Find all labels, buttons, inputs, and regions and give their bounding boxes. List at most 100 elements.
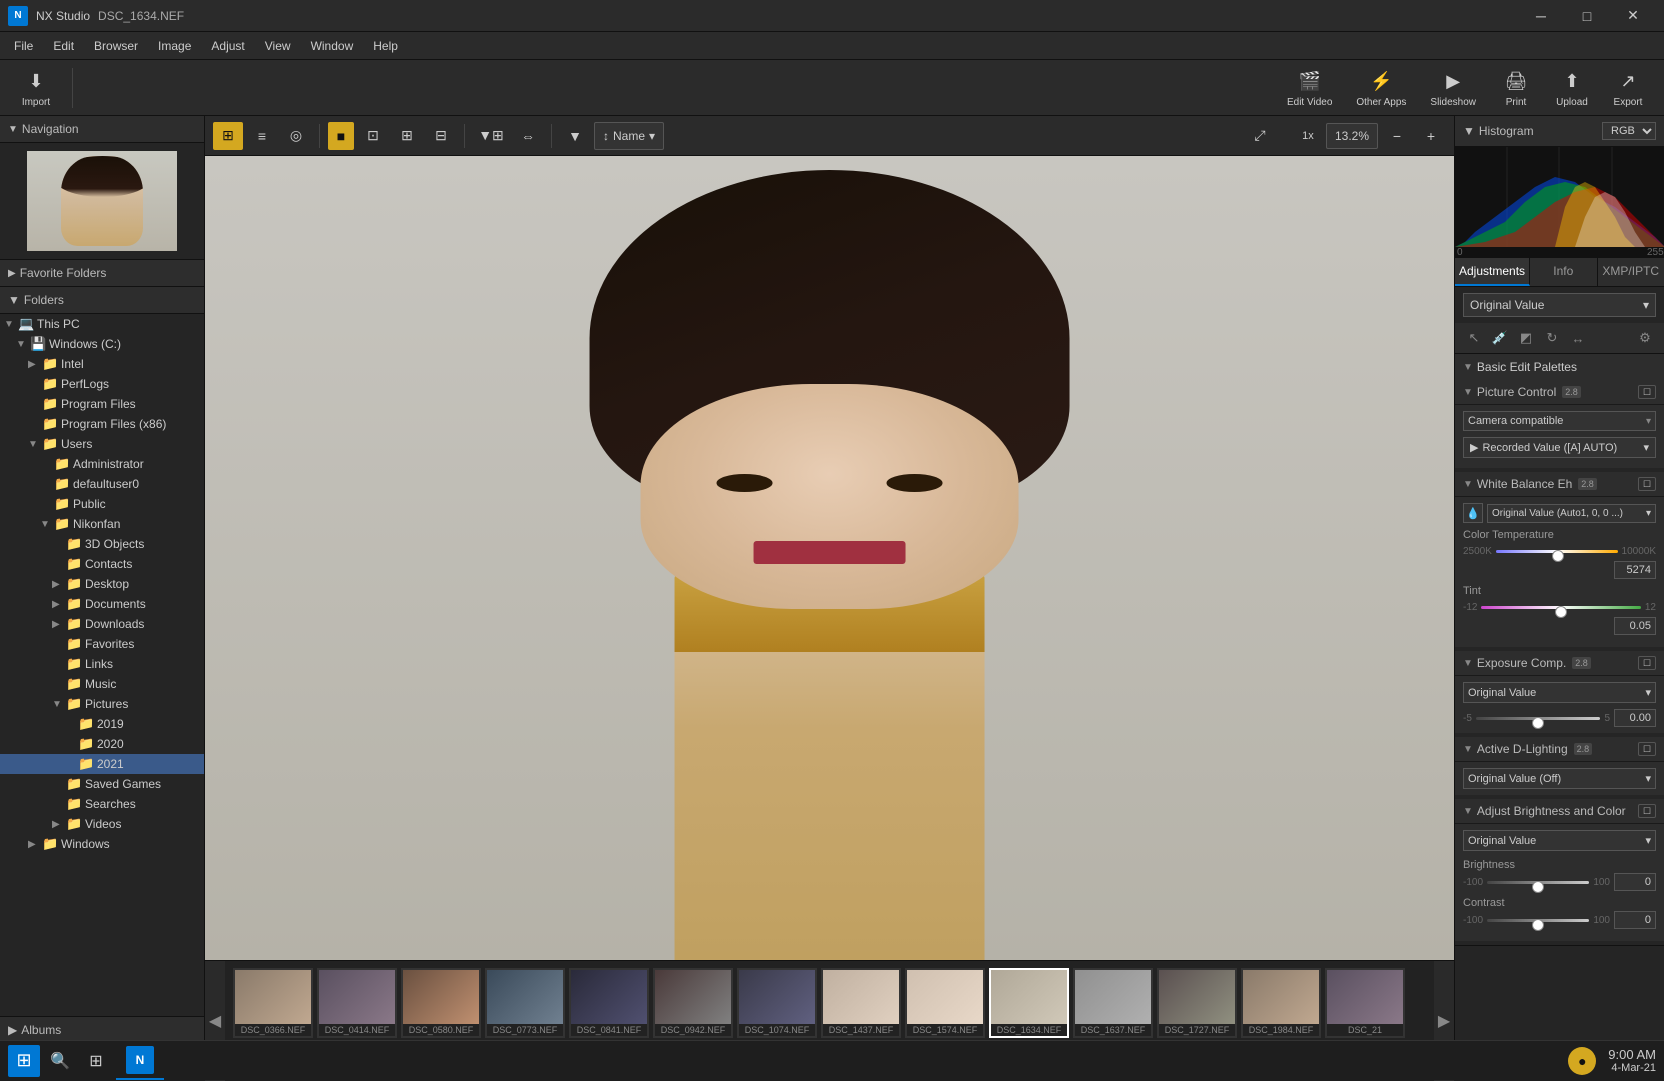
tree-item-thispc[interactable]: ▼ 💻 This PC bbox=[0, 314, 204, 334]
tab-xmpiptc[interactable]: XMP/IPTC bbox=[1598, 258, 1664, 286]
histogram-channel-select[interactable]: RGB bbox=[1602, 122, 1656, 140]
pc-toggle[interactable]: ☐ bbox=[1638, 385, 1656, 399]
grid-size3-button[interactable]: ⊟ bbox=[426, 122, 456, 150]
film-thumb-0773[interactable]: DSC_0773.NEF bbox=[485, 968, 565, 1038]
tree-item-perflogs[interactable]: ▶ 📁 PerfLogs bbox=[0, 374, 204, 394]
slideshow-button[interactable]: ▶ Slideshow bbox=[1422, 63, 1484, 112]
tree-item-savedgames[interactable]: ▶ 📁 Saved Games bbox=[0, 774, 204, 794]
import-button[interactable]: ⬇ Import bbox=[12, 63, 60, 112]
pc-recorded-value[interactable]: ▶ Recorded Value ([A] AUTO) ▾ bbox=[1463, 437, 1656, 458]
film-thumb-1437[interactable]: DSC_1437.NEF bbox=[821, 968, 901, 1038]
menu-help[interactable]: Help bbox=[363, 35, 408, 57]
map-view-button[interactable]: ◎ bbox=[281, 122, 311, 150]
bc-toggle[interactable]: ☐ bbox=[1638, 804, 1656, 818]
minimize-button[interactable]: ─ bbox=[1518, 0, 1564, 32]
menu-file[interactable]: File bbox=[4, 35, 43, 57]
adj-tool-flip[interactable]: ↔ bbox=[1567, 327, 1589, 349]
bright-thumb[interactable] bbox=[1532, 881, 1544, 893]
favorite-folders-header[interactable]: ▶ Favorite Folders bbox=[0, 260, 204, 287]
grid-view-button[interactable]: ⊞ bbox=[213, 122, 243, 150]
tree-item-users[interactable]: ▼ 📁 Users bbox=[0, 434, 204, 454]
close-button[interactable]: ✕ bbox=[1610, 0, 1656, 32]
ec-toggle[interactable]: ☐ bbox=[1638, 656, 1656, 670]
wb-tint-slider[interactable] bbox=[1481, 599, 1640, 615]
tree-item-music[interactable]: ▶ 📁 Music bbox=[0, 674, 204, 694]
film-thumb-1634[interactable]: DSC_1634.NEF bbox=[989, 968, 1069, 1038]
film-thumb-1984[interactable]: DSC_1984.NEF bbox=[1241, 968, 1321, 1038]
wb-tint-value-input[interactable] bbox=[1614, 617, 1656, 635]
tree-item-contacts[interactable]: ▶ 📁 Contacts bbox=[0, 554, 204, 574]
adj-tool-cursor[interactable]: ↖ bbox=[1463, 327, 1485, 349]
tree-item-defaultuser0[interactable]: ▶ 📁 defaultuser0 bbox=[0, 474, 204, 494]
zoom-in-button[interactable]: + bbox=[1416, 122, 1446, 150]
nx-studio-taskbar-button[interactable]: N bbox=[116, 1042, 164, 1080]
export-button[interactable]: ↗ Export bbox=[1604, 63, 1652, 112]
main-image-area[interactable] bbox=[205, 156, 1454, 960]
other-apps-button[interactable]: ⚡ Other Apps bbox=[1348, 63, 1414, 112]
adj-settings-button[interactable]: ⚙ bbox=[1634, 327, 1656, 349]
ec-value-input[interactable] bbox=[1614, 709, 1656, 727]
picture-control-header[interactable]: ▼ Picture Control 2.8 ☐ bbox=[1455, 380, 1664, 405]
fit-view-button[interactable]: ⤢ bbox=[1230, 122, 1290, 150]
start-button[interactable]: ⊞ bbox=[8, 1045, 40, 1077]
contrast-value-input[interactable] bbox=[1614, 911, 1656, 929]
tree-item-downloads[interactable]: ▶ 📁 Downloads bbox=[0, 614, 204, 634]
tree-item-windows-c[interactable]: ▼ 💾 Windows (C:) bbox=[0, 334, 204, 354]
tree-item-2021[interactable]: ▶ 📁 2021 bbox=[0, 754, 204, 774]
sort-dropdown[interactable]: ↕ Name ▾ bbox=[594, 122, 664, 150]
film-thumb-1637[interactable]: DSC_1637.NEF bbox=[1073, 968, 1153, 1038]
wb-value-dropdown[interactable]: Original Value (Auto1, 0, 0 ...) ▾ bbox=[1487, 504, 1656, 523]
tab-adjustments[interactable]: Adjustments bbox=[1455, 258, 1530, 286]
film-thumb-1574[interactable]: DSC_1574.NEF bbox=[905, 968, 985, 1038]
wb-ct-thumb[interactable] bbox=[1552, 550, 1564, 562]
film-thumb-0366[interactable]: DSC_0366.NEF bbox=[233, 968, 313, 1038]
tree-item-intel[interactable]: ▶ 📁 Intel bbox=[0, 354, 204, 374]
tree-item-links[interactable]: ▶ 📁 Links bbox=[0, 654, 204, 674]
edit-video-button[interactable]: 🎬 Edit Video bbox=[1279, 63, 1340, 112]
print-button[interactable]: 🖨 Print bbox=[1492, 63, 1540, 112]
contrast-thumb[interactable] bbox=[1532, 919, 1544, 931]
notification-icon[interactable]: ● bbox=[1568, 1047, 1596, 1075]
exposure-comp-header[interactable]: ▼ Exposure Comp. 2.8 ☐ bbox=[1455, 651, 1664, 676]
filter-icon-button[interactable]: ▼ bbox=[560, 122, 590, 150]
tree-item-programfilesx86[interactable]: ▶ 📁 Program Files (x86) bbox=[0, 414, 204, 434]
wb-ct-value-input[interactable] bbox=[1614, 561, 1656, 579]
tree-item-nikonfan[interactable]: ▼ 📁 Nikonfan bbox=[0, 514, 204, 534]
color-filter-button[interactable]: ■ bbox=[328, 122, 354, 150]
basic-edit-header[interactable]: ▼ Basic Edit Palettes bbox=[1455, 354, 1664, 380]
adl-toggle[interactable]: ☐ bbox=[1638, 742, 1656, 756]
tree-item-favorites[interactable]: ▶ 📁 Favorites bbox=[0, 634, 204, 654]
menu-image[interactable]: Image bbox=[148, 35, 201, 57]
zoom-100-button[interactable]: 1x bbox=[1294, 122, 1322, 150]
tree-item-pictures[interactable]: ▼ 📁 Pictures bbox=[0, 694, 204, 714]
navigation-header[interactable]: ▼ Navigation bbox=[0, 116, 204, 143]
tree-item-3dobjects[interactable]: ▶ 📁 3D Objects bbox=[0, 534, 204, 554]
film-thumb-1074[interactable]: DSC_1074.NEF bbox=[737, 968, 817, 1038]
filter-button[interactable]: ▼⊞ bbox=[473, 122, 509, 150]
tree-item-public[interactable]: ▶ 📁 Public bbox=[0, 494, 204, 514]
tree-item-2020[interactable]: ▶ 📁 2020 bbox=[0, 734, 204, 754]
list-view-button[interactable]: ≡ bbox=[247, 122, 277, 150]
tree-item-windows[interactable]: ▶ 📁 Windows bbox=[0, 834, 204, 854]
film-thumb-1727[interactable]: DSC_1727.NEF bbox=[1157, 968, 1237, 1038]
wb-eyedropper[interactable]: 💧 bbox=[1463, 503, 1483, 523]
tree-item-videos[interactable]: ▶ 📁 Videos bbox=[0, 814, 204, 834]
film-thumb-21[interactable]: DSC_21 bbox=[1325, 968, 1405, 1038]
tab-info[interactable]: Info bbox=[1530, 258, 1597, 286]
ec-value-dropdown[interactable]: Original Value ▾ bbox=[1463, 682, 1656, 703]
bc-value-dropdown[interactable]: Original Value ▾ bbox=[1463, 830, 1656, 851]
menu-browser[interactable]: Browser bbox=[84, 35, 148, 57]
adj-tool-eyedropper[interactable]: 💉 bbox=[1489, 327, 1511, 349]
film-thumb-0942[interactable]: DSC_0942.NEF bbox=[653, 968, 733, 1038]
brightness-color-header[interactable]: ▼ Adjust Brightness and Color ☐ bbox=[1455, 799, 1664, 824]
adj-tool-rotate[interactable]: ↻ bbox=[1541, 327, 1563, 349]
grid-size2-button[interactable]: ⊞ bbox=[392, 122, 422, 150]
tree-item-desktop[interactable]: ▶ 📁 Desktop bbox=[0, 574, 204, 594]
maximize-button[interactable]: □ bbox=[1564, 0, 1610, 32]
brightness-value-input[interactable] bbox=[1614, 873, 1656, 891]
tree-item-administrator[interactable]: ▶ 📁 Administrator bbox=[0, 454, 204, 474]
ec-slider[interactable] bbox=[1476, 710, 1601, 726]
adl-value-dropdown[interactable]: Original Value (Off) ▾ bbox=[1463, 768, 1656, 789]
compare-button[interactable]: ⇔ bbox=[513, 122, 543, 150]
menu-view[interactable]: View bbox=[255, 35, 301, 57]
